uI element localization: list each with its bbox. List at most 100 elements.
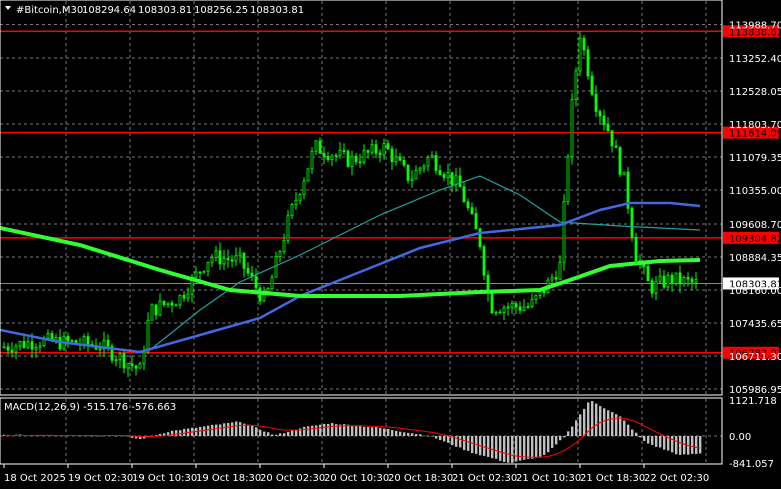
- candle-body: [554, 277, 558, 280]
- time-axis-label: 21 Oct 10:30: [516, 473, 581, 484]
- macd-histogram-bar: [363, 426, 366, 436]
- candle-body: [218, 250, 222, 265]
- candle-body: [386, 143, 390, 150]
- candle-body: [214, 250, 218, 258]
- price-axis-label: 106711.30: [729, 352, 781, 363]
- macd-histogram-bar: [563, 436, 566, 438]
- macd-histogram-bar: [499, 436, 502, 461]
- candle: [690, 276, 694, 290]
- time-axis-label: 19 Oct 18:30: [196, 473, 261, 484]
- macd-histogram-bar: [275, 434, 278, 436]
- candle-body: [430, 155, 434, 158]
- chart-window[interactable]: 113838.62 111614.09 109304.82 106782.97 1083…: [0, 0, 781, 489]
- candle-body: [254, 276, 258, 289]
- price-chart[interactable]: 113838.62111614.09109304.82106782.971083…: [0, 0, 781, 489]
- candle: [122, 350, 126, 374]
- candle: [158, 293, 162, 317]
- candle-body: [230, 259, 234, 262]
- candle-body: [378, 152, 382, 156]
- candle-body: [114, 359, 118, 362]
- candle: [42, 335, 46, 348]
- candle: [314, 140, 318, 155]
- candle-body: [602, 115, 606, 126]
- macd-histogram-bar: [419, 434, 422, 436]
- candle-body: [106, 339, 110, 347]
- candle-body: [586, 49, 590, 77]
- candle: [682, 275, 686, 287]
- candle: [322, 146, 326, 165]
- candle-body: [442, 174, 446, 178]
- macd-histogram-bar: [683, 436, 686, 455]
- candle-body: [294, 199, 298, 205]
- macd-histogram-bar: [251, 425, 254, 436]
- candle-body: [330, 155, 334, 160]
- candle: [590, 71, 594, 97]
- macd-histogram-bar: [571, 426, 574, 436]
- candle: [618, 145, 622, 178]
- candle: [86, 332, 90, 352]
- candle-body: [426, 156, 430, 167]
- macd-histogram-bar: [651, 436, 654, 445]
- candle-body: [126, 363, 130, 369]
- candle: [358, 153, 362, 168]
- macd-histogram-bar: [443, 436, 446, 442]
- candle: [434, 151, 438, 175]
- macd-histogram-bar: [543, 436, 546, 455]
- candle-body: [510, 303, 514, 308]
- macd-axis-label: 1121.718: [729, 396, 777, 407]
- candle: [494, 310, 498, 316]
- candle-body: [10, 349, 14, 353]
- candle-body: [474, 213, 478, 230]
- candle-body: [70, 340, 74, 342]
- candle-body: [618, 147, 622, 175]
- time-axis-label: 21 Oct 18:30: [580, 473, 645, 484]
- candle-body: [658, 275, 662, 282]
- candle-body: [470, 207, 474, 215]
- candle: [126, 362, 130, 378]
- candle-body: [118, 353, 122, 361]
- macd-histogram-bar: [643, 436, 646, 442]
- candle: [310, 147, 314, 174]
- candle-body: [678, 272, 682, 285]
- macd-histogram-bar: [211, 424, 214, 436]
- macd-histogram-bar: [639, 436, 642, 438]
- time-axis-label: 20 Oct 18:30: [388, 473, 453, 484]
- candle-body: [170, 302, 174, 306]
- candle-body: [682, 277, 686, 285]
- open-price: 108294.64: [82, 5, 136, 16]
- header: #Bitcoin,M30 108294.64 108303.81 108256.…: [5, 5, 304, 16]
- candle: [362, 144, 366, 165]
- candle: [330, 153, 334, 167]
- candle: [370, 139, 374, 156]
- candle-body: [550, 277, 554, 281]
- macd-histogram-bar: [647, 436, 650, 444]
- collapse-triangle-icon[interactable]: [5, 6, 11, 10]
- candle: [634, 232, 638, 262]
- macd-histogram-bar: [223, 423, 226, 436]
- macd-histogram-bar: [471, 436, 474, 454]
- macd-histogram-bar: [203, 426, 206, 436]
- candle-body: [558, 261, 562, 280]
- candle: [578, 31, 582, 77]
- candle-body: [310, 150, 314, 170]
- candle: [586, 45, 590, 80]
- time-axis-label: 21 Oct 02:30: [452, 473, 517, 484]
- macd-histogram-bar: [511, 436, 514, 463]
- time-axis-label: 18 Oct 2025: [4, 473, 66, 484]
- candle-body: [226, 258, 230, 261]
- macd-histogram-bar: [631, 429, 634, 436]
- candle-body: [238, 252, 242, 257]
- candle-body: [186, 293, 190, 299]
- candle-body: [278, 251, 282, 257]
- candles: [2, 31, 698, 378]
- candle-body: [338, 150, 342, 156]
- candle: [198, 271, 202, 281]
- price-axis-label: 113988.70: [729, 20, 781, 31]
- candle: [622, 171, 626, 175]
- candle-body: [274, 256, 278, 278]
- candle: [162, 300, 166, 308]
- candle: [626, 166, 630, 214]
- macd-histogram-bar: [675, 436, 678, 455]
- candle-body: [590, 75, 594, 95]
- candle-body: [582, 37, 586, 51]
